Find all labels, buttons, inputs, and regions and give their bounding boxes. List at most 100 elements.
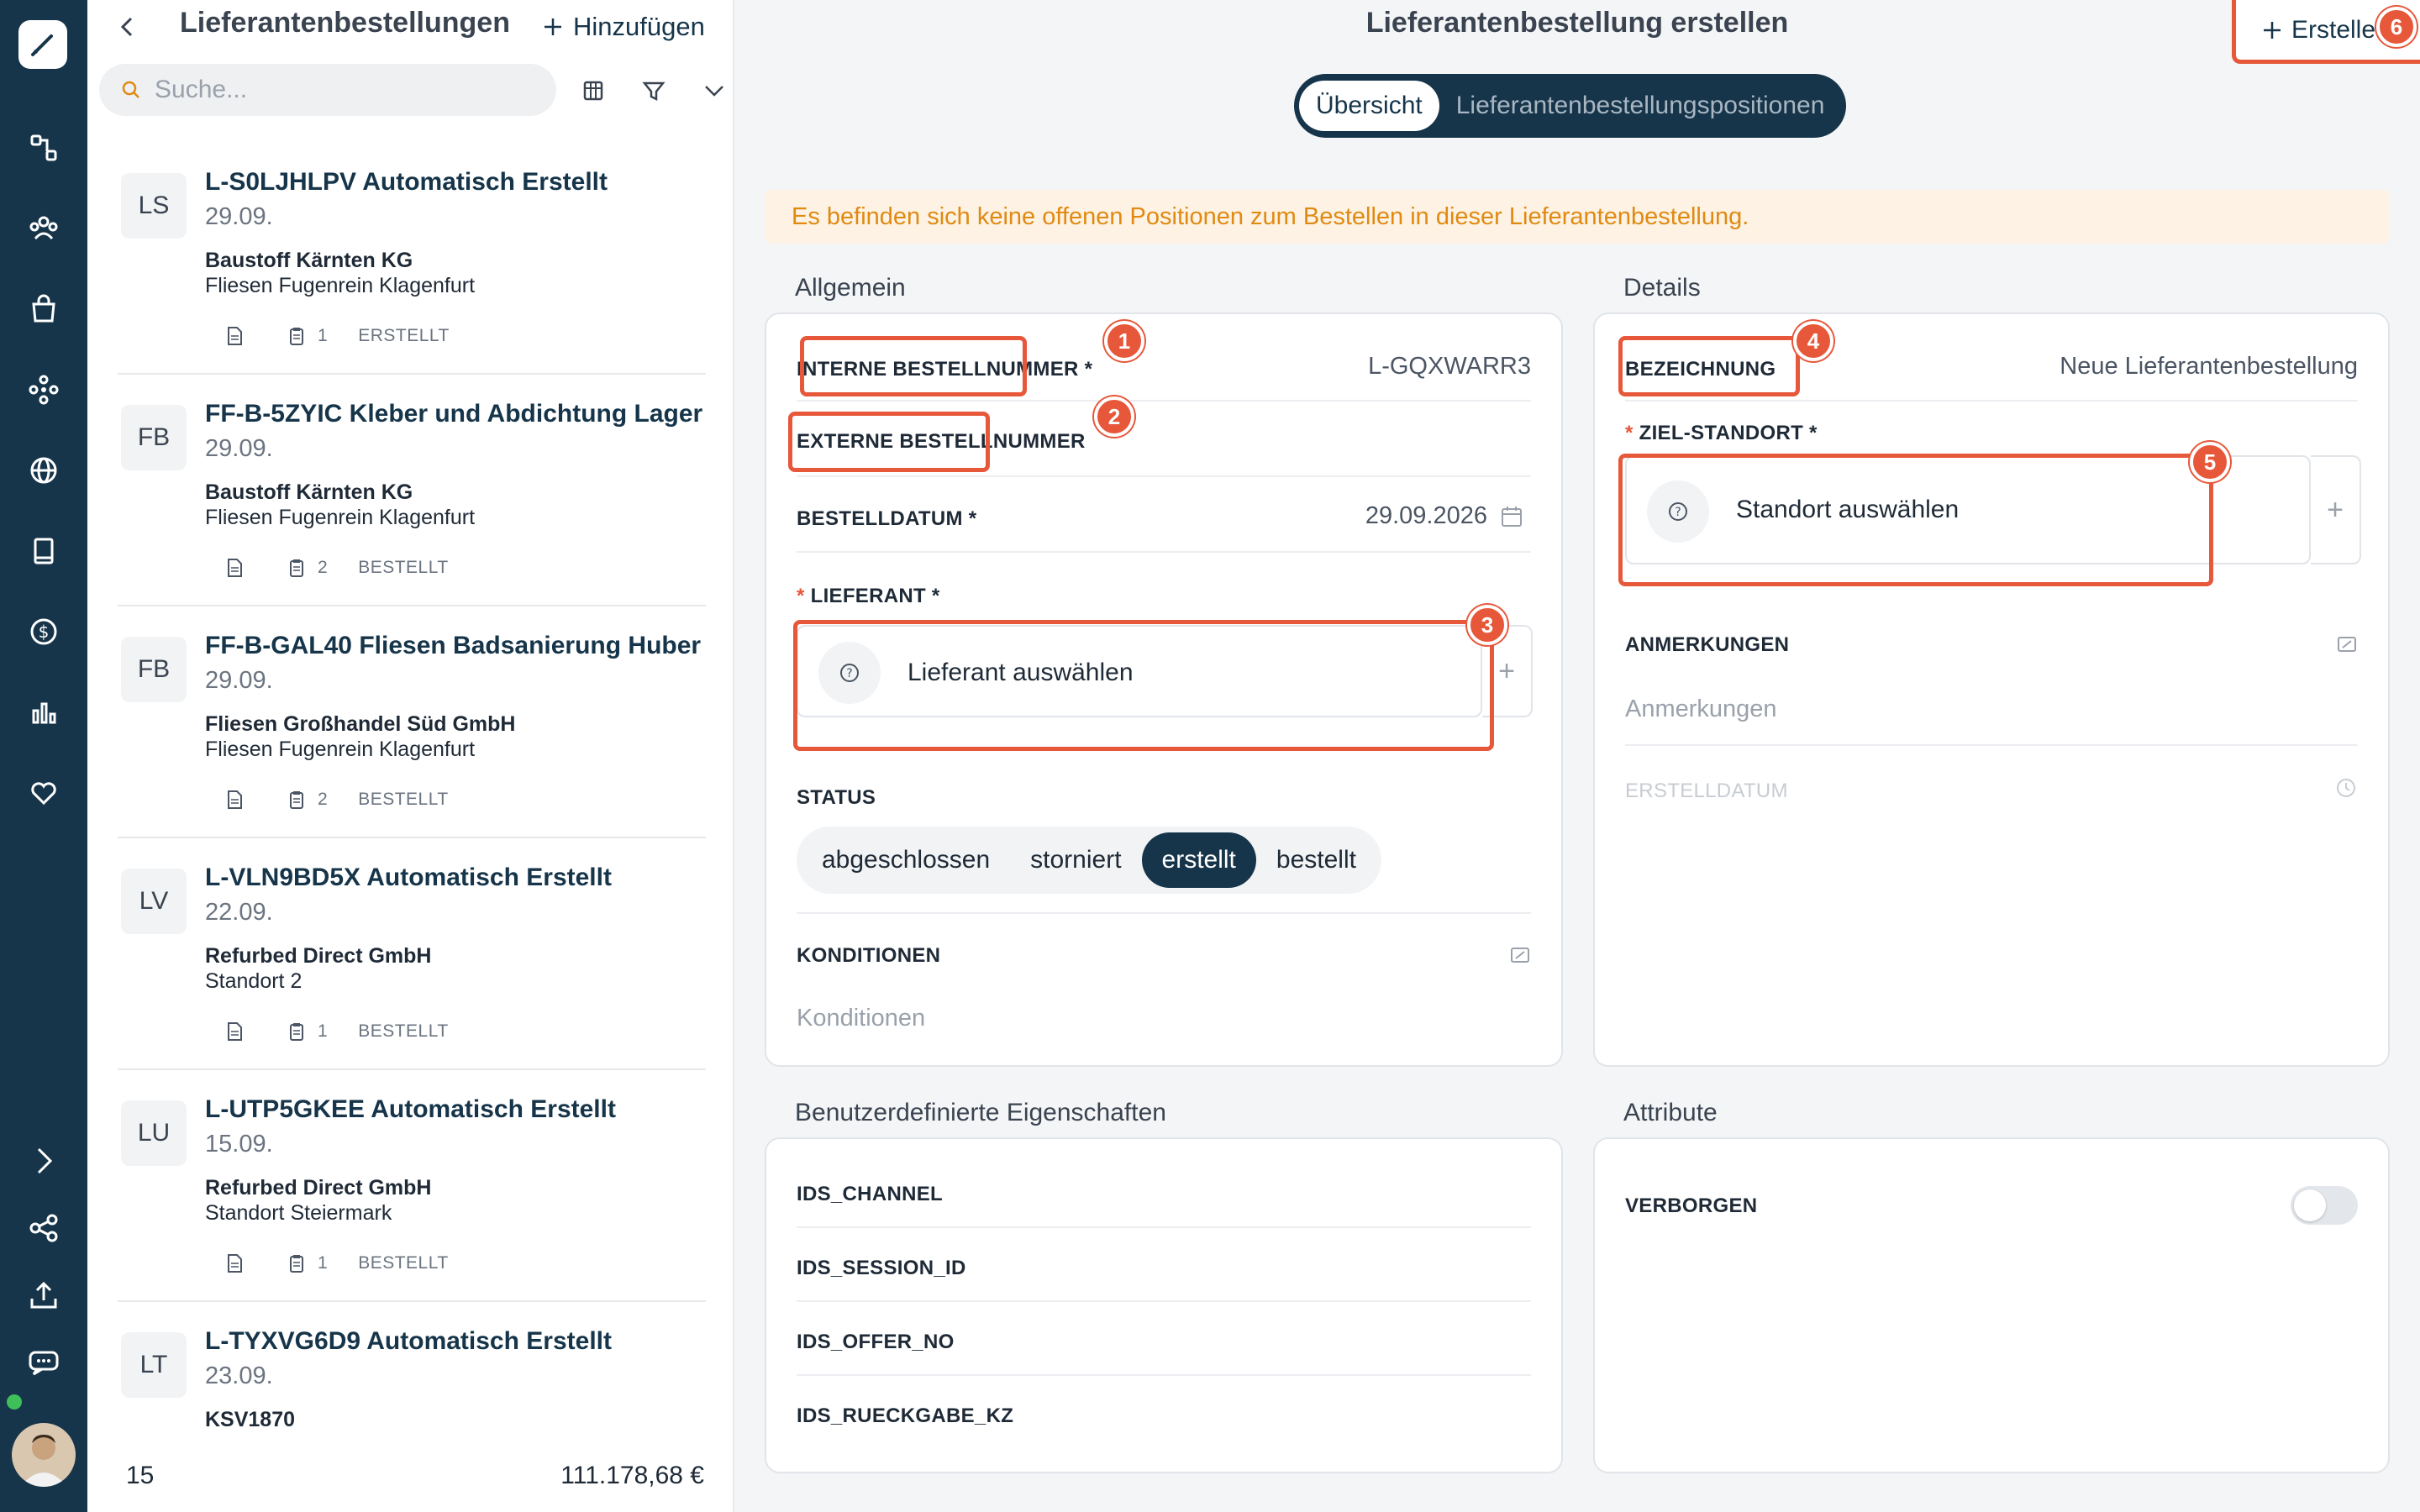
tab-positions[interactable]: Lieferantenbestellungspositionen	[1439, 81, 1842, 131]
status-label: STATUS	[797, 786, 876, 809]
chevron-left-icon	[120, 17, 133, 37]
item-badge: LS	[121, 173, 187, 239]
list-item[interactable]: LV L-VLN9BD5X Automatisch Erstellt 22.09…	[118, 838, 706, 1070]
main-content: Lieferantenbestellung erstellen Erstelle…	[734, 0, 2420, 1512]
name-value[interactable]: Neue Lieferantenbestellung	[2060, 353, 2358, 381]
table-view-button[interactable]	[576, 74, 610, 108]
item-title: FF-B-5ZYIC Kleber und Abdichtung Lager	[205, 400, 703, 428]
list-item[interactable]: FB FF-B-5ZYIC Kleber und Abdichtung Lage…	[118, 375, 706, 606]
order-list-panel: Lieferantenbestellungen Hinzufügen LS L-…	[87, 0, 734, 1512]
item-supplier: Refurbed Direct GmbH	[205, 1176, 432, 1200]
status-option-bestellt[interactable]: bestellt	[1256, 832, 1376, 888]
network-icon[interactable]	[25, 371, 62, 408]
item-badge: LU	[121, 1100, 187, 1166]
search-box	[99, 64, 556, 116]
document-icon	[228, 1022, 242, 1041]
status-option-erstellt[interactable]: erstellt	[1141, 832, 1256, 888]
list-item[interactable]: LU L-UTP5GKEE Automatisch Erstellt 15.09…	[118, 1070, 706, 1302]
document-icon	[228, 327, 242, 345]
item-status: ERSTELLT	[358, 326, 450, 345]
section-heading-attributes: Attribute	[1623, 1099, 1718, 1126]
item-location: Standort Steiermark	[205, 1201, 392, 1225]
expand-icon[interactable]	[25, 1142, 62, 1179]
item-date: 22.09.	[205, 899, 273, 926]
page-title: Lieferantenbestellung erstellen	[1365, 7, 1789, 39]
book-icon[interactable]	[25, 533, 62, 570]
divider	[797, 1300, 1531, 1302]
status-option-storniert[interactable]: storniert	[1010, 832, 1141, 888]
list-title: Lieferantenbestellungen	[180, 7, 510, 39]
item-meta: 1 ERSTELLT	[225, 326, 450, 346]
dollar-icon[interactable]: $	[25, 613, 62, 650]
calendar-icon[interactable]	[1499, 504, 1524, 529]
item-meta: 2 BESTELLT	[225, 790, 449, 810]
item-meta: 1 BESTELLT	[225, 1021, 449, 1042]
item-title: L-TYXVG6D9 Automatisch Erstellt	[205, 1327, 612, 1355]
filter-button[interactable]	[637, 74, 671, 108]
item-supplier: Baustoff Kärnten KG	[205, 480, 413, 504]
upload-icon[interactable]	[25, 1277, 62, 1314]
chat-icon[interactable]	[25, 1344, 62, 1381]
item-title: L-VLN9BD5X Automatisch Erstellt	[205, 864, 612, 891]
internal-order-number-value[interactable]: L-GQXWARR3	[1368, 353, 1531, 381]
list-item[interactable]: LT L-TYXVG6D9 Automatisch Erstellt 23.09…	[118, 1302, 706, 1445]
add-button[interactable]: Hinzufügen	[541, 10, 705, 44]
item-position-count: 1	[318, 1021, 329, 1041]
item-badge: LT	[121, 1332, 187, 1398]
section-heading-custom: Benutzerdefinierte Eigenschaften	[795, 1099, 1166, 1126]
tab-overview[interactable]: Übersicht	[1299, 81, 1439, 131]
conditions-label: KONDITIONEN	[797, 944, 941, 967]
section-heading-general: Allgemein	[795, 274, 906, 302]
add-button-label: Hinzufügen	[573, 12, 705, 41]
app-logo[interactable]	[18, 20, 67, 69]
highlight-external-order-number	[788, 412, 990, 472]
divider	[797, 912, 1531, 914]
workflow-icon[interactable]	[25, 129, 62, 166]
more-options-button[interactable]	[697, 74, 731, 108]
avatar[interactable]	[12, 1423, 76, 1487]
list-item[interactable]: FB FF-B-GAL40 Fliesen Badsanierung Huber…	[118, 606, 706, 838]
users-icon[interactable]	[25, 210, 62, 247]
notes-label: ANMERKUNGEN	[1625, 633, 1790, 656]
hidden-toggle[interactable]	[2291, 1186, 2358, 1225]
divider	[797, 400, 1531, 402]
divider	[1625, 744, 2358, 746]
back-button[interactable]	[113, 12, 143, 42]
highlight-internal-order-number	[800, 336, 1027, 396]
search-icon	[122, 81, 139, 98]
item-date: 29.09.	[205, 667, 273, 694]
custom-field-label: IDS_OFFER_NO	[797, 1331, 955, 1353]
step-marker-6: 6	[2376, 7, 2417, 47]
notes-input[interactable]: Anmerkungen	[1625, 696, 1777, 723]
list-footer: 15 111.178,68 €	[87, 1431, 733, 1512]
status-option-abgeschlossen[interactable]: abgeschlossen	[802, 832, 1010, 888]
item-date: 23.09.	[205, 1362, 273, 1389]
heart-icon[interactable]	[25, 774, 62, 811]
step-marker-3: 3	[1467, 605, 1507, 645]
created-date-label: ERSTELLDATUM	[1625, 780, 1788, 802]
add-location-button[interactable]: +	[2311, 455, 2361, 564]
highlight-location-picker	[1618, 454, 2213, 586]
expand-field-icon[interactable]	[1509, 944, 1531, 966]
item-position-count: 2	[318, 790, 329, 809]
expand-field-icon[interactable]	[2336, 633, 2358, 655]
share-icon[interactable]	[25, 1210, 62, 1247]
custom-field-label: IDS_CHANNEL	[797, 1183, 943, 1205]
order-date-value[interactable]: 29.09.2026	[1365, 502, 1487, 530]
clipboard-icon	[290, 1255, 303, 1273]
item-title: L-UTP5GKEE Automatisch Erstellt	[205, 1095, 616, 1123]
total-count: 15	[126, 1462, 155, 1489]
custom-properties-card: IDS_CHANNEL IDS_SESSION_ID IDS_OFFER_NO …	[765, 1137, 1563, 1473]
item-supplier: Baustoff Kärnten KG	[205, 249, 413, 272]
step-marker-1: 1	[1104, 321, 1144, 361]
shopping-bag-icon[interactable]	[25, 291, 62, 328]
search-input[interactable]	[153, 75, 526, 105]
chart-icon[interactable]	[25, 694, 62, 731]
target-location-label: * ZIEL-STANDORT *	[1625, 422, 1818, 444]
item-location: Standort 2	[205, 969, 302, 993]
item-status: BESTELLT	[358, 1253, 449, 1273]
item-position-count: 2	[318, 558, 329, 577]
list-item[interactable]: LS L-S0LJHLPV Automatisch Erstellt 29.09…	[118, 143, 706, 375]
globe-icon[interactable]	[25, 452, 62, 489]
conditions-input[interactable]: Konditionen	[797, 1005, 925, 1032]
